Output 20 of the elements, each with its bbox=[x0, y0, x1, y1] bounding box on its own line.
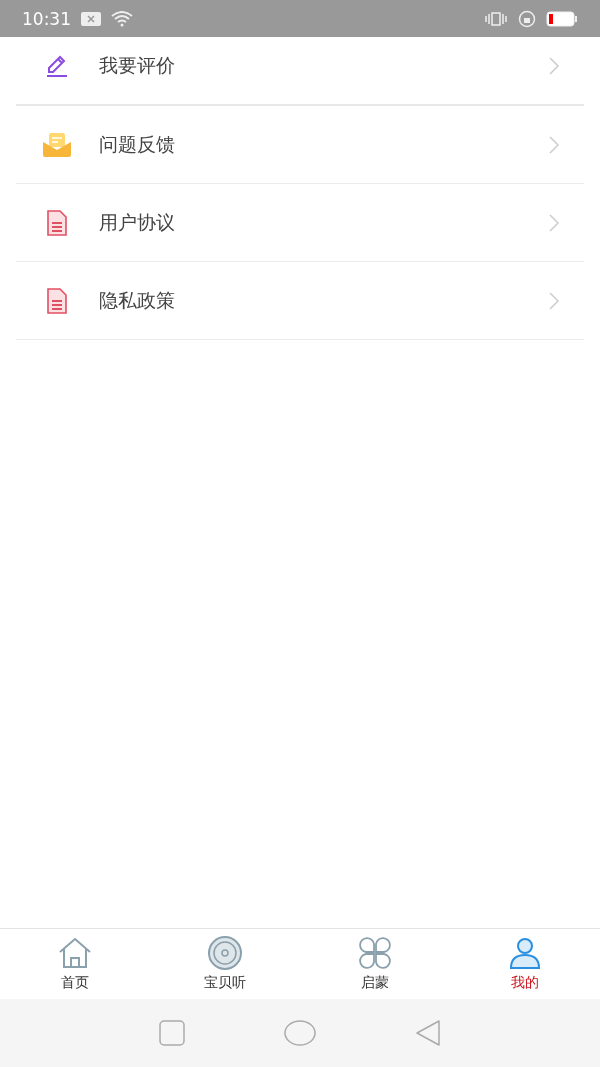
chevron-icon bbox=[548, 55, 560, 76]
battery-icon bbox=[546, 10, 578, 27]
envelope-icon bbox=[42, 130, 72, 159]
tab[interactable]: 我的 bbox=[450, 929, 600, 999]
chevron-icon bbox=[548, 212, 560, 233]
rotation-lock-icon bbox=[518, 9, 536, 28]
chevron-icon bbox=[548, 134, 560, 155]
disc-icon bbox=[206, 936, 244, 970]
wifi-icon bbox=[111, 10, 133, 27]
status-time: 10:31 bbox=[22, 8, 71, 29]
tab[interactable]: 启蒙 bbox=[300, 929, 450, 999]
notification-icon bbox=[81, 11, 101, 26]
tab[interactable]: 宝贝听 bbox=[150, 929, 300, 999]
chevron-icon bbox=[548, 290, 560, 311]
tab[interactable]: 首页 bbox=[0, 929, 150, 999]
clover-icon bbox=[356, 936, 394, 970]
home-button[interactable] bbox=[284, 1020, 316, 1046]
vibrate-icon bbox=[484, 10, 508, 27]
recents-button[interactable] bbox=[159, 1020, 186, 1046]
back-button[interactable] bbox=[414, 1020, 441, 1046]
